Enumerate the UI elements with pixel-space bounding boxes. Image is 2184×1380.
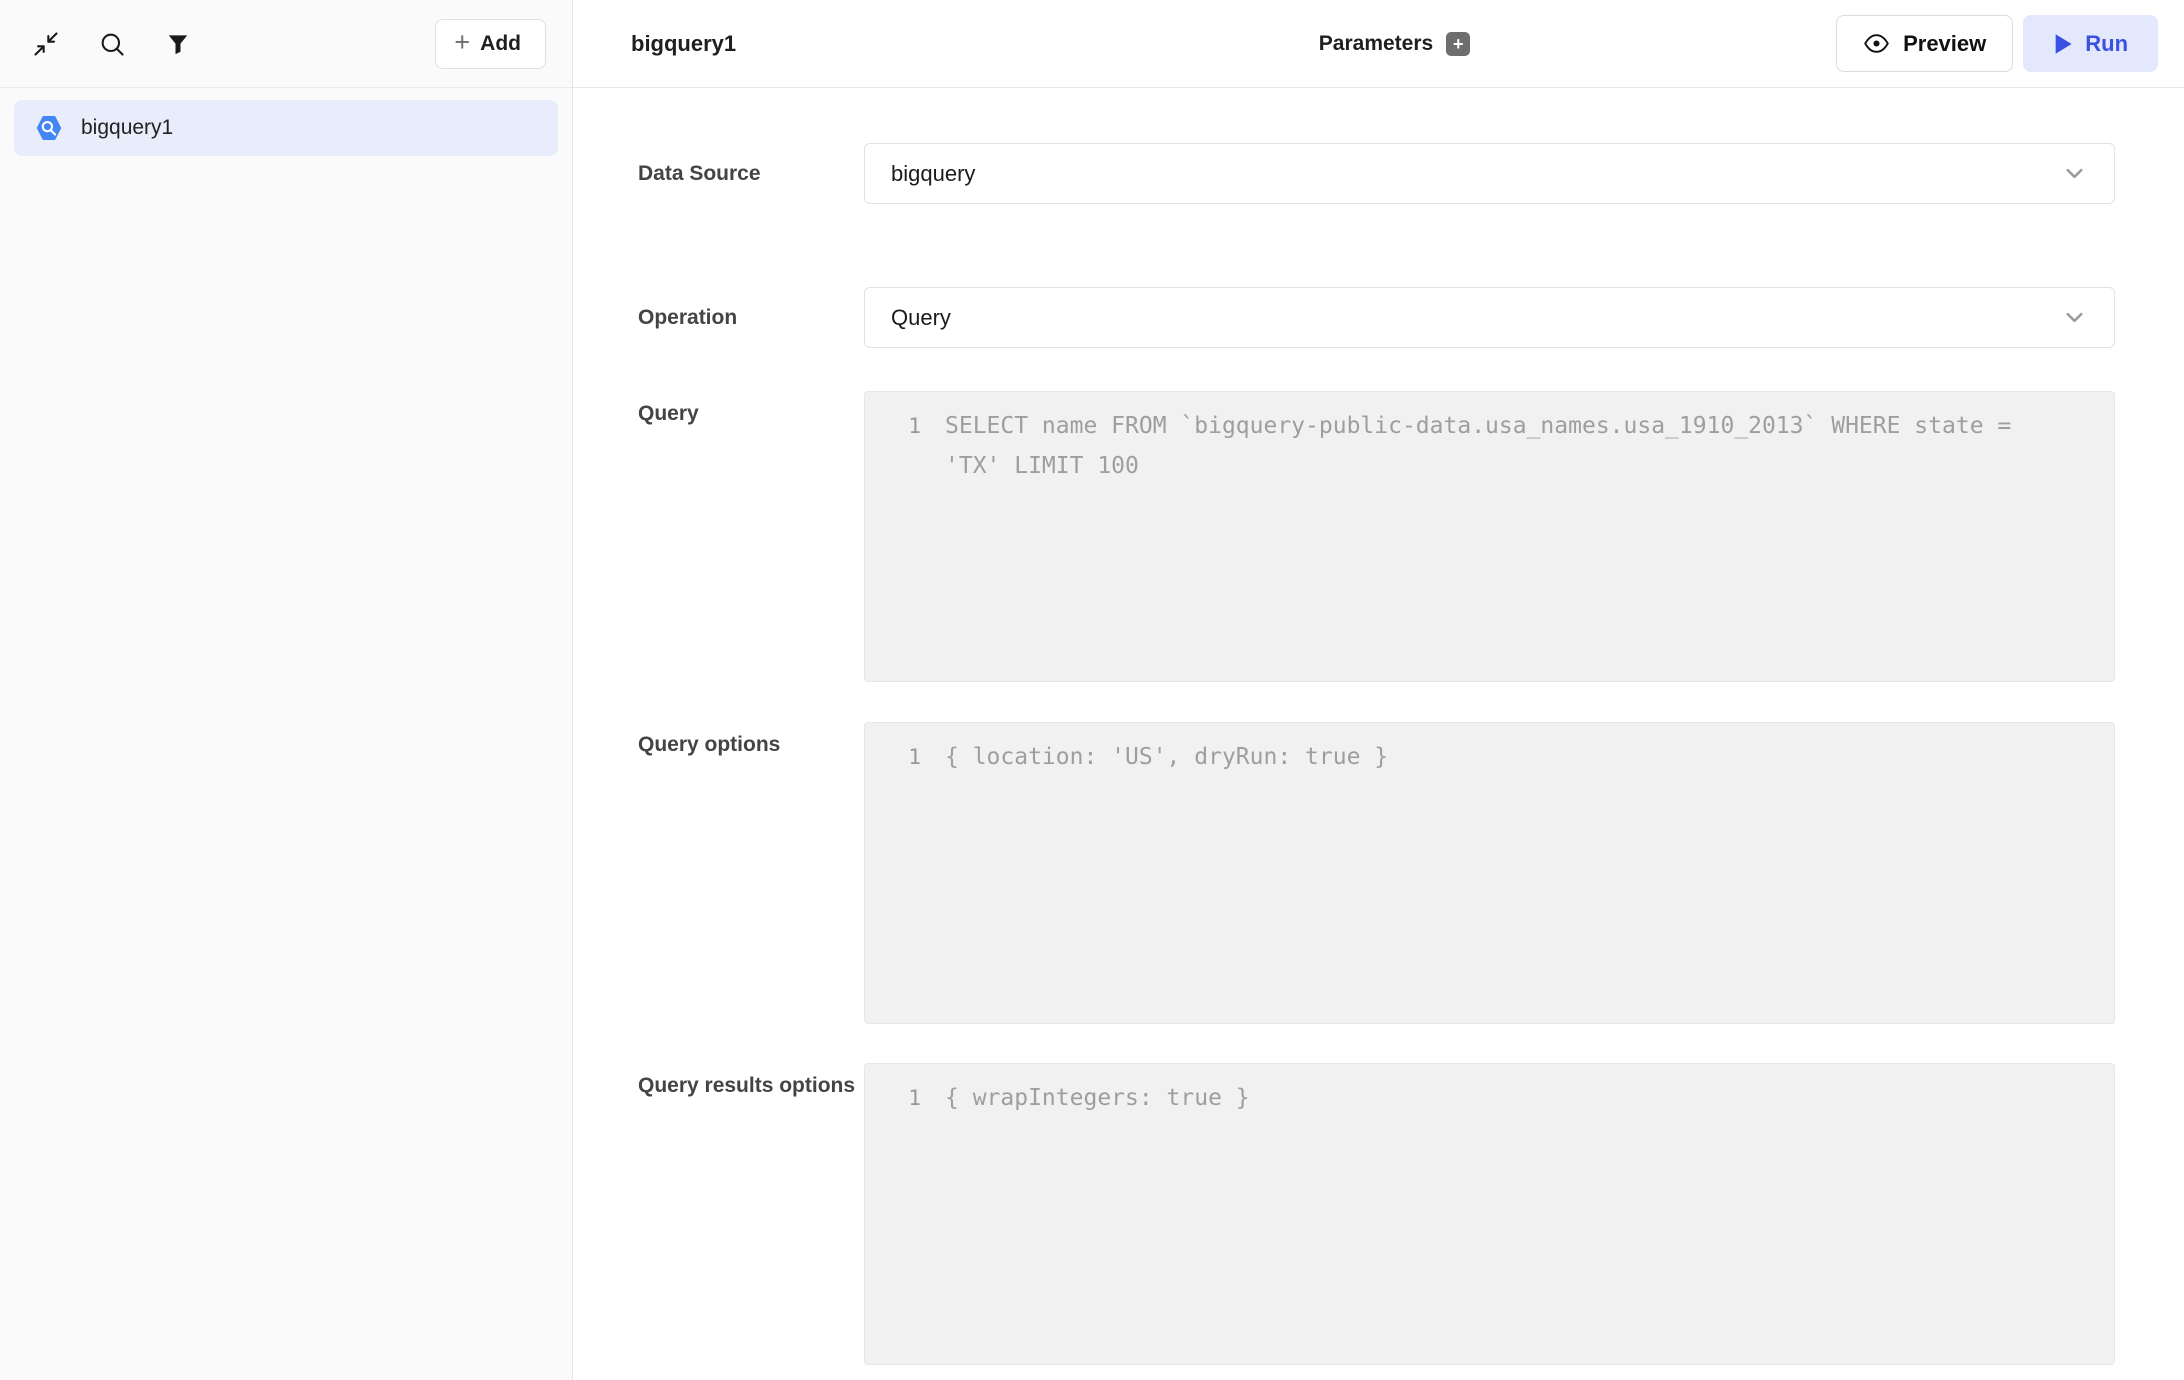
chevron-down-icon [2061, 160, 2088, 187]
plus-icon: + [1453, 35, 1464, 53]
plus-icon: + [454, 29, 470, 56]
sidebar: + Add bigquery1 [0, 0, 573, 1380]
operation-row: Operation Query [638, 287, 2184, 348]
header-actions: Preview Run [1470, 15, 2158, 72]
collapse-sidebar-button[interactable] [30, 28, 62, 60]
preview-button-label: Preview [1903, 31, 1986, 57]
header-center: Parameters + [1319, 32, 1470, 56]
query-code-text: SELECT name FROM `bigquery-public-data.u… [945, 406, 2045, 486]
query-options-editor[interactable]: 1 { location: 'US', dryRun: true } [864, 722, 2115, 1024]
filter-button[interactable] [162, 28, 194, 60]
line-number: 1 [865, 406, 921, 446]
header-left: bigquery1 [631, 31, 1319, 57]
sidebar-item-label: bigquery1 [81, 116, 173, 140]
query-results-options-row: Query results options 1 { wrapIntegers: … [638, 1063, 2184, 1365]
data-source-value: bigquery [891, 161, 2061, 187]
operation-value: Query [891, 305, 2061, 331]
sidebar-item-bigquery1[interactable]: bigquery1 [14, 100, 558, 156]
play-icon [2053, 33, 2073, 55]
query-results-options-label: Query results options [638, 1063, 864, 1365]
query-results-options-editor[interactable]: 1 { wrapIntegers: true } [864, 1063, 2115, 1365]
query-code-editor[interactable]: 1 SELECT name FROM `bigquery-public-data… [864, 391, 2115, 682]
data-source-row: Data Source bigquery [638, 143, 2184, 204]
data-source-label: Data Source [638, 143, 864, 204]
query-options-row: Query options 1 { location: 'US', dryRun… [638, 722, 2184, 1024]
search-button[interactable] [96, 28, 128, 60]
parameters-label: Parameters [1319, 32, 1433, 56]
preview-button[interactable]: Preview [1836, 15, 2013, 72]
collapse-icon [32, 30, 60, 58]
query-options-label: Query options [638, 722, 864, 1024]
run-button-label: Run [2085, 31, 2128, 57]
chevron-down-icon [2061, 304, 2088, 331]
query-form: Data Source bigquery Operation Query [573, 88, 2184, 1380]
add-parameter-button[interactable]: + [1446, 32, 1470, 56]
line-number: 1 [865, 737, 921, 777]
query-results-options-text: { wrapIntegers: true } [945, 1078, 1250, 1118]
page-title: bigquery1 [631, 31, 736, 57]
query-label: Query [638, 391, 864, 682]
data-source-select[interactable]: bigquery [864, 143, 2115, 204]
operation-select[interactable]: Query [864, 287, 2115, 348]
add-button[interactable]: + Add [435, 19, 546, 69]
filter-icon [165, 31, 191, 57]
query-row: Query 1 SELECT name FROM `bigquery-publi… [638, 391, 2184, 682]
operation-label: Operation [638, 287, 864, 348]
run-button[interactable]: Run [2023, 15, 2158, 72]
header: bigquery1 Parameters + Preview [573, 0, 2184, 88]
sidebar-toolbar: + Add [0, 0, 572, 88]
eye-icon [1863, 30, 1890, 57]
query-list: bigquery1 [0, 88, 572, 168]
search-icon [98, 30, 126, 58]
query-options-text: { location: 'US', dryRun: true } [945, 737, 1388, 777]
bigquery-icon [34, 113, 64, 143]
main-panel: bigquery1 Parameters + Preview [573, 0, 2184, 1380]
line-number: 1 [865, 1078, 921, 1118]
add-button-label: Add [480, 32, 521, 56]
